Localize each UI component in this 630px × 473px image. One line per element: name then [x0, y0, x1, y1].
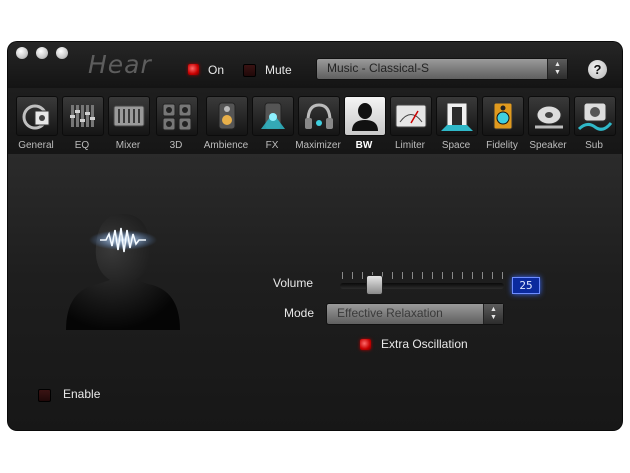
mode-value: Effective Relaxation	[337, 306, 443, 320]
volume-slider-track[interactable]	[340, 283, 504, 289]
tab-bw[interactable]: BW	[342, 92, 386, 154]
tab-fx[interactable]: FX	[250, 92, 294, 154]
tab-bar: General EQ Mixer 3D Ambience FX Maximize…	[8, 88, 622, 154]
mute-led-toggle[interactable]	[243, 64, 256, 77]
close-window-button[interactable]	[16, 47, 28, 59]
mode-dropdown[interactable]: Effective Relaxation ▲ ▼	[326, 303, 504, 325]
tab-ambience[interactable]: Ambience	[204, 92, 248, 154]
tab-label: 3D	[169, 140, 183, 151]
app-window: Hear On Mute Music - Classical-S ▲ ▼ ? Ge…	[8, 42, 622, 430]
tab-eq[interactable]: EQ	[60, 92, 104, 154]
tab-tile	[298, 96, 340, 136]
preset-dropdown[interactable]: Music - Classical-S ▲ ▼	[316, 58, 568, 80]
mute-label: Mute	[265, 63, 292, 77]
tab-tile	[206, 96, 248, 136]
tab-general[interactable]: General	[14, 92, 58, 154]
tab-tile	[574, 96, 616, 136]
tab-label: Sub	[585, 140, 603, 151]
on-led-toggle[interactable]	[188, 64, 199, 75]
title-bar: Hear On Mute Music - Classical-S ▲ ▼ ?	[8, 42, 622, 88]
tab-mixer[interactable]: Mixer	[106, 92, 150, 154]
volume-slider-knob[interactable]	[366, 275, 383, 295]
tab-space[interactable]: Space	[434, 92, 478, 154]
bw-panel: Volume 25 Mode Effective Relaxation ▲ ▼ E…	[8, 154, 622, 430]
headphones-icon	[305, 103, 333, 129]
subwoofer-icon	[577, 102, 613, 131]
ambience-icon	[218, 102, 236, 130]
limiter-meter-icon	[395, 104, 427, 128]
3d-speakers-icon	[162, 103, 192, 131]
tab-fidelity[interactable]: Fidelity	[480, 92, 524, 154]
eq-icon	[70, 105, 95, 127]
space-door-icon	[441, 102, 473, 131]
general-icon	[22, 104, 50, 130]
tab-sub[interactable]: Sub	[572, 92, 616, 154]
tab-tile	[436, 96, 478, 136]
enable-label: Enable	[63, 387, 101, 401]
extra-oscillation-label: Extra Oscillation	[381, 337, 468, 351]
speaker-record-icon	[535, 105, 563, 129]
brainwave-head-illustration	[66, 214, 180, 330]
fx-icon	[261, 102, 285, 130]
app-title: Hear	[88, 50, 152, 79]
tab-maximizer[interactable]: Maximizer	[295, 92, 341, 154]
tab-3d[interactable]: 3D	[154, 92, 198, 154]
tab-tile	[344, 96, 386, 136]
tab-tile	[156, 96, 198, 136]
tab-tile	[482, 96, 524, 136]
help-button[interactable]: ?	[588, 60, 607, 79]
fidelity-speaker-icon	[493, 102, 513, 130]
tab-speaker[interactable]: Speaker	[526, 92, 570, 154]
tab-tile	[16, 96, 58, 136]
extra-oscillation-toggle[interactable]	[360, 339, 371, 350]
tab-tile	[252, 96, 294, 136]
tab-tile	[528, 96, 570, 136]
tab-tile	[62, 96, 104, 136]
mode-label: Mode	[284, 306, 315, 320]
enable-toggle[interactable]	[38, 389, 51, 402]
volume-label: Volume	[273, 276, 314, 290]
mixer-icon	[113, 105, 145, 127]
preset-value: Music - Classical-S	[327, 61, 430, 75]
tab-tile	[390, 96, 432, 136]
mode-stepper-icon[interactable]: ▲ ▼	[483, 304, 503, 324]
minimize-window-button[interactable]	[36, 47, 48, 59]
zoom-window-button[interactable]	[56, 47, 68, 59]
on-label: On	[208, 63, 225, 77]
brainwave-head-icon	[352, 103, 378, 131]
volume-value-display: 25	[512, 277, 540, 294]
tab-tile	[108, 96, 150, 136]
preset-stepper-icon[interactable]: ▲ ▼	[547, 59, 567, 79]
tab-limiter[interactable]: Limiter	[388, 92, 432, 154]
